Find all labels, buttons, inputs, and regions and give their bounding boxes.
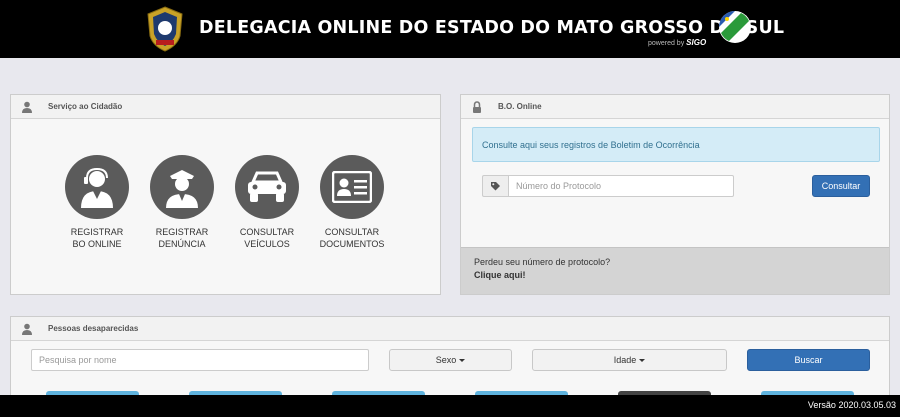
bo-online-panel: B.O. Online Consulte aqui seus registros… bbox=[460, 94, 890, 295]
idade-dropdown[interactable]: Idade bbox=[532, 349, 727, 371]
servico-cidadao-panel: Serviço ao Cidadão REGISTRAR BO ONLINE R… bbox=[10, 94, 441, 295]
site-header: DELEGACIA ONLINE DO ESTADO DO MATO GROSS… bbox=[0, 0, 900, 58]
panel-title: Pessoas desaparecidas bbox=[48, 324, 139, 333]
state-flag-logo bbox=[719, 11, 751, 43]
tag-icon bbox=[482, 175, 508, 197]
panel-title: Serviço ao Cidadão bbox=[48, 102, 123, 111]
police-badge-logo bbox=[147, 6, 183, 52]
panel-header: Pessoas desaparecidas bbox=[11, 317, 889, 341]
panel-header: B.O. Online bbox=[461, 95, 889, 119]
info-alert: Consulte aqui seus registros de Boletim … bbox=[472, 127, 880, 162]
caret-down-icon bbox=[459, 358, 466, 362]
service-label: CONSULTAR DOCUMENTOS bbox=[319, 227, 385, 249]
caret-down-icon bbox=[639, 358, 646, 362]
clique-aqui-link[interactable]: Clique aqui! bbox=[474, 269, 876, 282]
consultar-button[interactable]: Consultar bbox=[812, 175, 870, 197]
lock-icon bbox=[470, 100, 484, 114]
version-label: Versão 2020.03.05.03 bbox=[807, 400, 896, 410]
id-card-icon bbox=[320, 155, 384, 219]
panel-header: Serviço ao Cidadão bbox=[11, 95, 440, 119]
lost-protocol-text: Perdeu seu número de protocolo? bbox=[474, 257, 611, 267]
operator-icon bbox=[65, 155, 129, 219]
sexo-dropdown[interactable]: Sexo bbox=[389, 349, 512, 371]
service-label: CONSULTAR VEÍCULOS bbox=[239, 227, 295, 249]
registrar-bo-button[interactable]: REGISTRAR BO ONLINE bbox=[57, 155, 137, 250]
powered-by: powered by SIGO bbox=[648, 38, 707, 47]
site-footer: Versão 2020.03.05.03 bbox=[0, 395, 900, 417]
user-icon bbox=[20, 322, 34, 336]
consultar-veiculos-button[interactable]: CONSULTAR VEÍCULOS bbox=[227, 155, 307, 250]
site-title: DELEGACIA ONLINE DO ESTADO DO MATO GROSS… bbox=[199, 18, 785, 38]
lost-protocol-section: Perdeu seu número de protocolo? Clique a… bbox=[461, 247, 889, 294]
consultar-documentos-button[interactable]: CONSULTAR DOCUMENTOS bbox=[312, 155, 392, 250]
service-label: REGISTRAR BO ONLINE bbox=[70, 227, 124, 249]
car-icon bbox=[235, 155, 299, 219]
service-label: REGISTRAR DENÚNCIA bbox=[155, 227, 209, 249]
registrar-denuncia-button[interactable]: REGISTRAR DENÚNCIA bbox=[142, 155, 222, 250]
protocol-input[interactable]: Número do Protocolo bbox=[508, 175, 734, 197]
buscar-button[interactable]: Buscar bbox=[747, 349, 870, 371]
user-icon bbox=[20, 100, 34, 114]
name-search-input[interactable]: Pesquisa por nome bbox=[31, 349, 369, 371]
panel-title: B.O. Online bbox=[498, 102, 542, 111]
police-officer-icon bbox=[150, 155, 214, 219]
